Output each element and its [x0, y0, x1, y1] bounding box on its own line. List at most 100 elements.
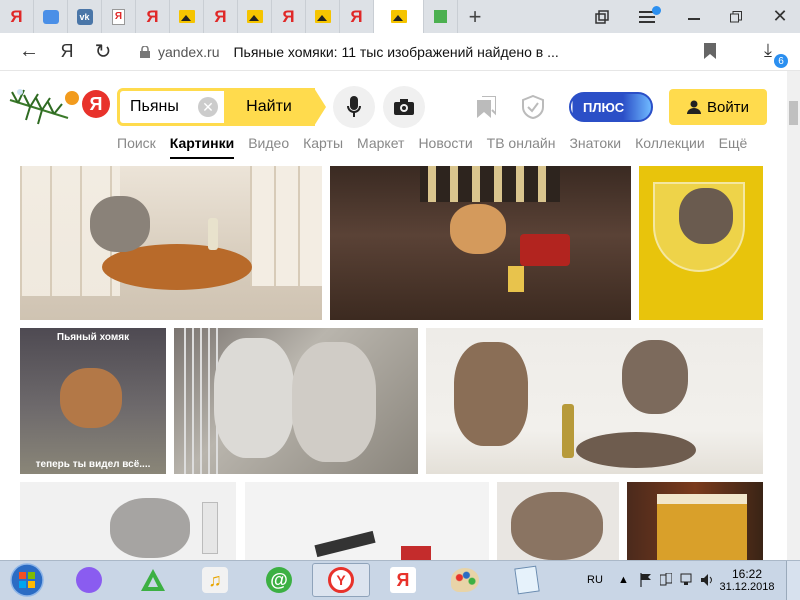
tab-pictures-1[interactable]	[170, 0, 204, 33]
tabs-manager-button[interactable]	[584, 0, 620, 33]
tab-yandex-5[interactable]: Я	[340, 0, 374, 33]
palette-icon	[451, 568, 479, 592]
tab-chat[interactable]	[34, 0, 68, 33]
rat	[110, 498, 190, 558]
search-input[interactable]	[130, 98, 190, 116]
yandex-logo-badge: Я	[82, 90, 110, 118]
tab-znatoki[interactable]: Знатоки	[569, 135, 621, 159]
notification-dot-icon	[652, 6, 661, 15]
minimize-button[interactable]	[676, 0, 712, 33]
volume-icon[interactable]	[700, 573, 714, 587]
hamster	[511, 492, 603, 560]
tab-maps[interactable]: Карты	[303, 135, 343, 159]
image-result-fallen-bottle[interactable]	[245, 482, 489, 560]
tab-more[interactable]: Ещё	[719, 135, 748, 159]
tab-search[interactable]: Поиск	[117, 135, 156, 159]
hamster	[90, 196, 150, 252]
login-button[interactable]: Войти	[669, 89, 767, 125]
taskbar-alice[interactable]	[60, 563, 118, 597]
tab-yandex-4[interactable]: Я	[272, 0, 306, 33]
url-domain: yandex.ru	[158, 44, 220, 60]
taskbar-notepad[interactable]	[498, 563, 556, 597]
tray-language[interactable]: RU	[587, 560, 603, 600]
tab-yandex-3[interactable]: Я	[204, 0, 238, 33]
tray-expand-button[interactable]: ▲	[618, 560, 629, 600]
green-icon	[434, 10, 447, 23]
new-tab-button[interactable]: +	[458, 0, 492, 33]
tab-tv[interactable]: ТВ онлайн	[487, 135, 556, 159]
image-result-hamster-bar[interactable]	[330, 166, 631, 320]
clear-search-button[interactable]: ✕	[198, 97, 218, 117]
network-icon[interactable]	[680, 573, 692, 587]
image-result-hamster-glass[interactable]	[639, 166, 763, 320]
taskbar-yandex-browser[interactable]: Y	[312, 563, 370, 597]
restore-icon	[730, 10, 742, 22]
image-result-hamster-closeup[interactable]	[497, 482, 619, 560]
bookmark-button[interactable]	[704, 43, 720, 61]
tab-pictures-3[interactable]	[306, 0, 340, 33]
flag-icon[interactable]	[640, 573, 652, 587]
tab-collections[interactable]: Коллекции	[635, 135, 705, 159]
taskbar-paint[interactable]	[436, 563, 494, 597]
tab-green[interactable]	[424, 0, 458, 33]
hamster-sitting	[622, 340, 688, 414]
image-result-beer-mug[interactable]	[627, 482, 763, 560]
taskbar-yandex[interactable]: Я	[374, 563, 432, 597]
taskbar-mail[interactable]: @	[250, 563, 308, 597]
image-result-hamster-table[interactable]	[20, 166, 322, 320]
microphone-icon	[76, 567, 102, 593]
yandex-logo[interactable]: Я	[8, 78, 110, 138]
back-button[interactable]: ←	[14, 37, 44, 67]
scrollbar-thumb[interactable]	[789, 101, 798, 125]
start-button[interactable]	[2, 563, 52, 597]
tray-clock[interactable]: 16:22 31.12.2018	[718, 560, 776, 600]
menu-button[interactable]	[630, 0, 666, 33]
tab-pictures-active[interactable]	[374, 0, 424, 33]
copy-icon	[595, 9, 609, 24]
taskbar-launcher[interactable]	[124, 563, 182, 597]
picture-icon	[246, 10, 263, 23]
protect-button[interactable]	[522, 94, 544, 124]
tab-yandex-2[interactable]: Я	[136, 0, 170, 33]
collections-button[interactable]	[476, 95, 497, 123]
voice-search-button[interactable]	[333, 86, 375, 128]
image-result-two-hamsters[interactable]	[174, 328, 418, 474]
tab-pictures-2[interactable]	[238, 0, 272, 33]
bottle	[314, 530, 376, 558]
tab-yandex-1[interactable]: Я	[0, 0, 34, 33]
tab-news[interactable]: Новости	[418, 135, 472, 159]
restore-button[interactable]	[718, 0, 754, 33]
tab-market[interactable]: Маркет	[357, 135, 404, 159]
lock-icon	[140, 46, 150, 58]
devices-icon[interactable]	[660, 573, 672, 587]
taskbar-music[interactable]: ♫	[186, 563, 244, 597]
url-field[interactable]: yandex.ru Пьяные хомяки: 11 тыс изображе…	[140, 38, 559, 66]
picture-icon	[390, 10, 407, 23]
image-results-grid: Пьяный хомяк теперь ты видел всё....	[0, 166, 787, 560]
yandex-home-button[interactable]: Я	[52, 37, 82, 67]
downloads-badge: 6	[774, 54, 788, 68]
hamster-standing	[454, 342, 528, 446]
image-search-button[interactable]	[383, 86, 425, 128]
reload-button[interactable]: ↻	[88, 37, 118, 67]
tab-doc[interactable]: Я	[102, 0, 136, 33]
picture-icon	[314, 10, 331, 23]
search-submit-button[interactable]: Найти	[224, 88, 314, 126]
close-button[interactable]: ✕	[762, 0, 798, 33]
tab-vk[interactable]: vk	[68, 0, 102, 33]
yandex-icon: Я	[60, 41, 74, 61]
image-result-meme-hamster[interactable]: Пьяный хомяк теперь ты видел всё....	[20, 328, 166, 474]
hamster	[679, 188, 733, 244]
yandex-icon: Я	[146, 6, 159, 26]
download-icon: ⤓	[764, 40, 772, 60]
image-result-rat-bottle[interactable]	[20, 482, 236, 560]
image-result-hamsters-drinking[interactable]	[426, 328, 763, 474]
page-scrollbar[interactable]	[787, 71, 800, 560]
tab-video[interactable]: Видео	[248, 135, 289, 159]
tab-images[interactable]: Картинки	[169, 135, 235, 159]
downloads-button[interactable]: ⤓ 6	[760, 40, 790, 68]
show-desktop-button[interactable]	[786, 561, 800, 600]
yandex-browser-icon: Y	[328, 567, 354, 593]
clock-date: 31.12.2018	[719, 581, 775, 593]
plus-subscription-button[interactable]: ПЛЮС	[569, 92, 653, 122]
